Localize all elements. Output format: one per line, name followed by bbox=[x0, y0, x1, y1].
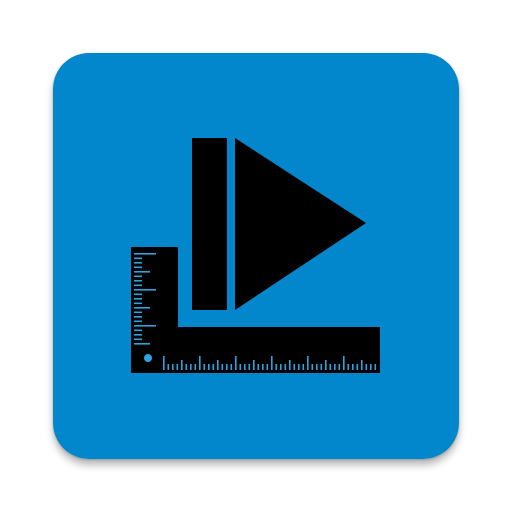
ruler-tick bbox=[134, 298, 142, 300]
ruler-tick bbox=[334, 364, 336, 370]
ruler-tick bbox=[134, 334, 142, 336]
ruler-tick bbox=[134, 316, 142, 318]
ruler-tick bbox=[311, 364, 314, 370]
ruler-tick bbox=[134, 284, 142, 287]
ruler-tick bbox=[203, 364, 206, 370]
ruler-tick bbox=[190, 364, 192, 370]
ruler-tick bbox=[338, 364, 341, 370]
ruler-tick bbox=[266, 364, 269, 370]
ruler-tick bbox=[134, 280, 142, 282]
ruler-tick bbox=[239, 364, 242, 370]
ruler-tick bbox=[347, 364, 350, 370]
ruler-tick bbox=[134, 325, 156, 327]
ruler-tick bbox=[352, 364, 354, 370]
ruler-tick bbox=[212, 364, 215, 370]
ruler-tick bbox=[343, 356, 345, 370]
ruler-tick bbox=[329, 364, 332, 370]
ruler-tick bbox=[316, 364, 318, 370]
ruler-tick bbox=[248, 364, 251, 370]
ruler-tick bbox=[199, 356, 201, 370]
ruler-tick bbox=[134, 257, 142, 260]
ruler-tick bbox=[280, 364, 282, 370]
ruler-tick bbox=[298, 364, 300, 370]
ruler-tick bbox=[325, 360, 327, 370]
ruler-pivot-icon bbox=[144, 354, 152, 362]
app-icon[interactable] bbox=[53, 53, 459, 459]
ruler-tick bbox=[230, 364, 233, 370]
ruler-tick bbox=[356, 364, 359, 370]
ruler-tick bbox=[365, 364, 368, 370]
ruler-tick bbox=[320, 364, 323, 370]
ruler-tick bbox=[134, 262, 142, 264]
ruler-tick bbox=[172, 364, 174, 370]
ruler-tick bbox=[262, 364, 264, 370]
ruler-tick bbox=[275, 364, 278, 370]
ruler-tick bbox=[271, 356, 273, 370]
ruler-tick bbox=[194, 364, 197, 370]
ruler-tick bbox=[253, 360, 255, 370]
ruler-tick bbox=[181, 360, 183, 370]
ruler-tick bbox=[134, 275, 142, 278]
ruler-tick bbox=[134, 271, 150, 273]
ruler-tick bbox=[134, 311, 142, 314]
ruler-tick bbox=[134, 320, 142, 323]
vertical-bar-icon bbox=[192, 138, 227, 310]
play-ruler-icon bbox=[53, 53, 459, 459]
ruler-tick bbox=[134, 253, 156, 255]
ruler-tick bbox=[176, 364, 179, 370]
ruler-tick bbox=[134, 302, 142, 305]
launcher-canvas bbox=[0, 0, 512, 512]
ruler-tick bbox=[244, 364, 246, 370]
ruler-tick bbox=[134, 307, 150, 309]
ruler-tick bbox=[167, 364, 170, 370]
ruler-tick bbox=[374, 364, 377, 370]
ruler-tick bbox=[134, 266, 142, 269]
ruler-tick bbox=[134, 338, 142, 341]
ruler-tick bbox=[307, 356, 309, 370]
ruler-tick bbox=[163, 356, 165, 370]
ruler-tick bbox=[221, 364, 224, 370]
ruler-tick bbox=[208, 364, 210, 370]
ruler-tick bbox=[217, 360, 219, 370]
ruler-tick bbox=[226, 364, 228, 370]
ruler-tick bbox=[289, 360, 291, 370]
ruler-tick bbox=[235, 356, 237, 370]
ruler-tick bbox=[257, 364, 260, 370]
ruler-tick bbox=[185, 364, 188, 370]
ruler-tick bbox=[302, 364, 305, 370]
ruler-tick bbox=[134, 289, 156, 291]
ruler-tick bbox=[370, 364, 372, 370]
ruler-tick bbox=[134, 293, 142, 296]
ruler-tick bbox=[284, 364, 287, 370]
ruler-tick bbox=[361, 360, 363, 370]
ruler-tick bbox=[134, 343, 150, 345]
ruler-tick bbox=[134, 329, 142, 332]
ruler-tick bbox=[293, 364, 296, 370]
